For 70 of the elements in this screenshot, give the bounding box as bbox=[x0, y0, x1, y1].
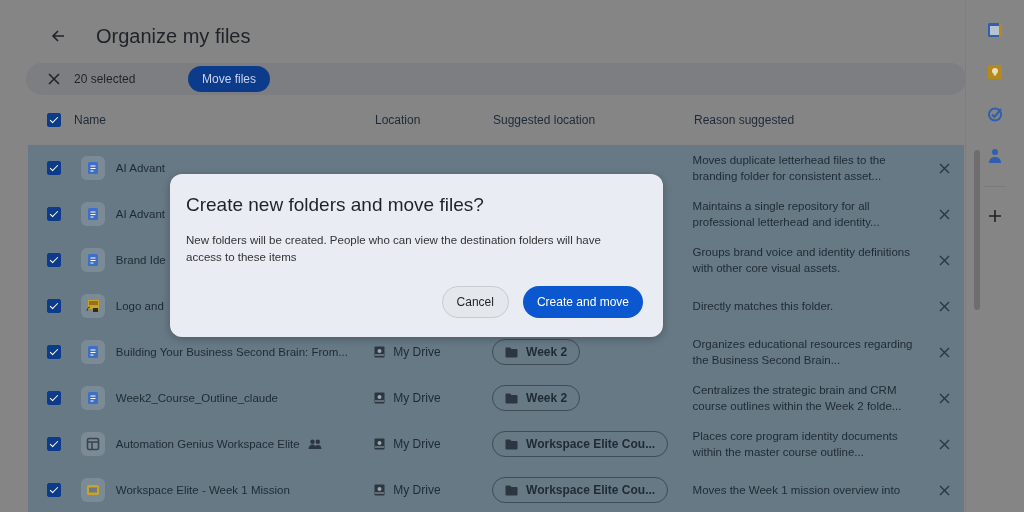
remove-icon[interactable] bbox=[938, 208, 950, 220]
remove-icon[interactable] bbox=[938, 392, 950, 404]
image-file-icon bbox=[80, 294, 105, 318]
row-checkbox[interactable] bbox=[46, 161, 61, 175]
folder-icon bbox=[505, 346, 518, 358]
page-title: Organize my files bbox=[96, 24, 251, 48]
dialog-message: New folders will be created. People who can view the destination folders will have access to these items bbox=[186, 233, 602, 265]
row-checkbox[interactable] bbox=[46, 253, 61, 267]
site-file-icon bbox=[80, 432, 105, 456]
remove-icon[interactable] bbox=[938, 438, 950, 450]
reason-text: Directly matches this folder. bbox=[692, 299, 835, 314]
remove-icon[interactable] bbox=[938, 254, 950, 266]
lightbulb-icon[interactable] bbox=[987, 64, 1003, 80]
move-files-button[interactable]: Move files bbox=[188, 66, 271, 92]
folder-icon bbox=[505, 484, 518, 496]
calendar-icon[interactable] bbox=[987, 22, 1003, 38]
column-header[interactable]: Location bbox=[375, 113, 421, 127]
file-name[interactable]: Week2_Course_Outline_claude bbox=[115, 392, 278, 404]
remove-icon[interactable] bbox=[938, 300, 950, 312]
column-header[interactable]: Suggested location bbox=[493, 113, 596, 127]
reason-text: Maintains a single repository for all professional letterhead and identity... bbox=[692, 199, 881, 230]
remove-icon[interactable] bbox=[938, 346, 950, 358]
remove-icon[interactable] bbox=[938, 162, 950, 174]
doc-file-icon bbox=[80, 340, 105, 364]
location-text: My Drive bbox=[393, 483, 441, 497]
file-name[interactable]: Logo and bbox=[115, 300, 164, 312]
row-checkbox[interactable] bbox=[46, 437, 61, 451]
close-icon[interactable] bbox=[48, 73, 60, 85]
reason-text: Groups brand voice and identity definitions with other core visual assets. bbox=[692, 245, 911, 276]
people-icon bbox=[307, 439, 322, 449]
drive-icon bbox=[374, 438, 386, 450]
reason-text: Moves duplicate letterhead files to the branding folder for consistent asset... bbox=[692, 153, 887, 184]
file-name[interactable]: Workspace Elite - Week 1 Mission bbox=[115, 484, 290, 496]
back-arrow-icon[interactable] bbox=[50, 28, 66, 44]
reason-text: Centralizes the strategic brain and CRM course outlines within the Week 2 folde... bbox=[692, 383, 903, 414]
doc-file-icon bbox=[80, 248, 105, 272]
file-name[interactable]: Building Your Business Second Brain: From... bbox=[115, 346, 348, 358]
remove-icon[interactable] bbox=[938, 484, 950, 496]
doc-file-icon bbox=[80, 386, 105, 410]
drive-icon bbox=[374, 346, 386, 358]
add-icon[interactable] bbox=[988, 209, 1002, 223]
row-checkbox[interactable] bbox=[46, 391, 61, 405]
folder-icon bbox=[505, 392, 518, 404]
file-name[interactable]: AI Advant bbox=[115, 162, 166, 174]
row-checkbox[interactable] bbox=[46, 483, 61, 497]
folder-icon bbox=[505, 438, 518, 450]
column-header[interactable]: Name bbox=[74, 113, 106, 127]
dialog-title: Create new folders and move files? bbox=[186, 194, 485, 216]
doc-file-icon bbox=[80, 156, 105, 180]
reason-text: Organizes educational resources regarding the Business Second Brain... bbox=[692, 337, 914, 368]
slides-file-icon bbox=[80, 478, 105, 502]
file-name[interactable]: Automation Genius Workspace Elite bbox=[115, 438, 300, 450]
row-checkbox[interactable] bbox=[46, 345, 61, 359]
file-name[interactable]: AI Advant bbox=[115, 208, 166, 220]
selected-count: 20 selected bbox=[74, 72, 137, 86]
row-checkbox[interactable] bbox=[46, 207, 61, 221]
confirm-button[interactable]: Create and move bbox=[522, 286, 643, 318]
location-text: My Drive bbox=[393, 437, 441, 451]
cancel-button[interactable]: Cancel bbox=[441, 286, 509, 318]
drive-icon bbox=[374, 392, 386, 404]
column-header[interactable]: Reason suggested bbox=[694, 113, 795, 127]
doc-file-icon bbox=[80, 202, 105, 226]
reason-text: Moves the Week 1 mission overview into bbox=[692, 483, 902, 498]
reason-text: Places core program identity documents within the master course outline... bbox=[692, 429, 899, 460]
drive-icon bbox=[374, 484, 386, 496]
row-checkbox[interactable] bbox=[46, 299, 61, 313]
location-text: My Drive bbox=[393, 391, 441, 405]
select-all-checkbox[interactable] bbox=[47, 113, 61, 127]
location-text: My Drive bbox=[393, 345, 441, 359]
file-name[interactable]: Brand Ide bbox=[115, 254, 166, 266]
